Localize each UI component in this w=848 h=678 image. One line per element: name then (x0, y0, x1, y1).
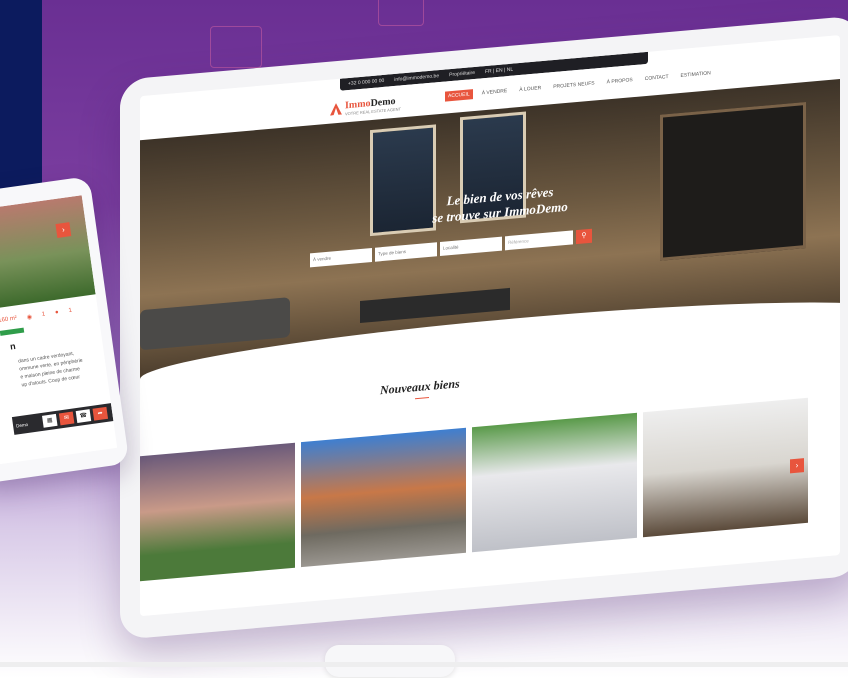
phone-bar-label: Demo (15, 421, 29, 429)
reference-input[interactable]: Référence (505, 230, 573, 251)
location-select[interactable]: Localité (440, 236, 502, 257)
website-screen: +32 0 000 00 00 info@immodemo.be Proprié… (140, 35, 840, 617)
listing-cards: › (140, 397, 808, 583)
monitor-mockup: +32 0 000 00 00 info@immodemo.be Proprié… (0, 0, 848, 678)
logo-icon (330, 103, 342, 116)
phone-listing-title: n (9, 340, 17, 352)
mail-icon[interactable]: ✉ (58, 411, 75, 426)
logo[interactable]: ImmoDemo VOTRE REAL ESTATE AGENT (330, 95, 401, 117)
phone-listing-photo (0, 195, 96, 313)
listing-card[interactable] (472, 412, 637, 553)
chevron-right-icon[interactable]: › (790, 458, 804, 474)
monitor-frame: +32 0 000 00 00 info@immodemo.be Proprié… (120, 15, 848, 641)
hero-tv (660, 101, 806, 261)
nav-item-a-vendre[interactable]: À VENDRE (479, 86, 511, 99)
title-underline (415, 396, 429, 400)
phone-icon[interactable]: ☎ (75, 409, 92, 424)
nav-item-projets-neufs[interactable]: PROJETS NEUFS (550, 78, 597, 92)
listing-card[interactable] (140, 442, 295, 583)
nav-item-a-louer[interactable]: À LOUER (516, 83, 544, 95)
nav-item-a-propos[interactable]: À PROPOS (604, 75, 636, 88)
hero-coffee-table (360, 287, 510, 324)
share-icon[interactable]: ➦ (92, 406, 109, 421)
nav-item-estimation[interactable]: ESTIMATION (678, 68, 714, 81)
monitor-base (0, 662, 848, 667)
bed-icon: ● (54, 309, 60, 317)
phone-listing-meta: 160 m² ◉ 1 ● 1 (0, 308, 72, 325)
nav-item-contact[interactable]: CONTACT (642, 72, 672, 85)
search-bar: À vendre Type de biens Localité Référenc… (310, 228, 592, 268)
status-badge (0, 327, 25, 336)
property-type-select[interactable]: Type de biens (375, 242, 437, 262)
monitor-stand (325, 645, 455, 677)
search-icon: ⚲ (581, 232, 587, 240)
phone-listing-description: dans un cadre verdoyant, ommune verte, e… (17, 350, 84, 389)
listing-card[interactable] (301, 427, 466, 568)
listing-card[interactable]: › (643, 397, 808, 538)
car-icon: ◉ (26, 314, 33, 321)
area-value: 160 m² (0, 315, 18, 324)
parking-count: 1 (41, 311, 46, 318)
grid-icon[interactable]: ▦ (42, 413, 58, 428)
nav-item-accueil[interactable]: ACCUEIL (445, 89, 473, 102)
search-button[interactable]: ⚲ (576, 228, 592, 245)
hero-sofa (140, 297, 290, 351)
phone-action-bar: Demo ▦ ✉ ☎ ➦ (11, 403, 114, 435)
bedroom-count: 1 (68, 307, 73, 315)
transaction-type-select[interactable]: À vendre (310, 247, 372, 268)
chevron-right-icon[interactable]: › (55, 222, 72, 238)
